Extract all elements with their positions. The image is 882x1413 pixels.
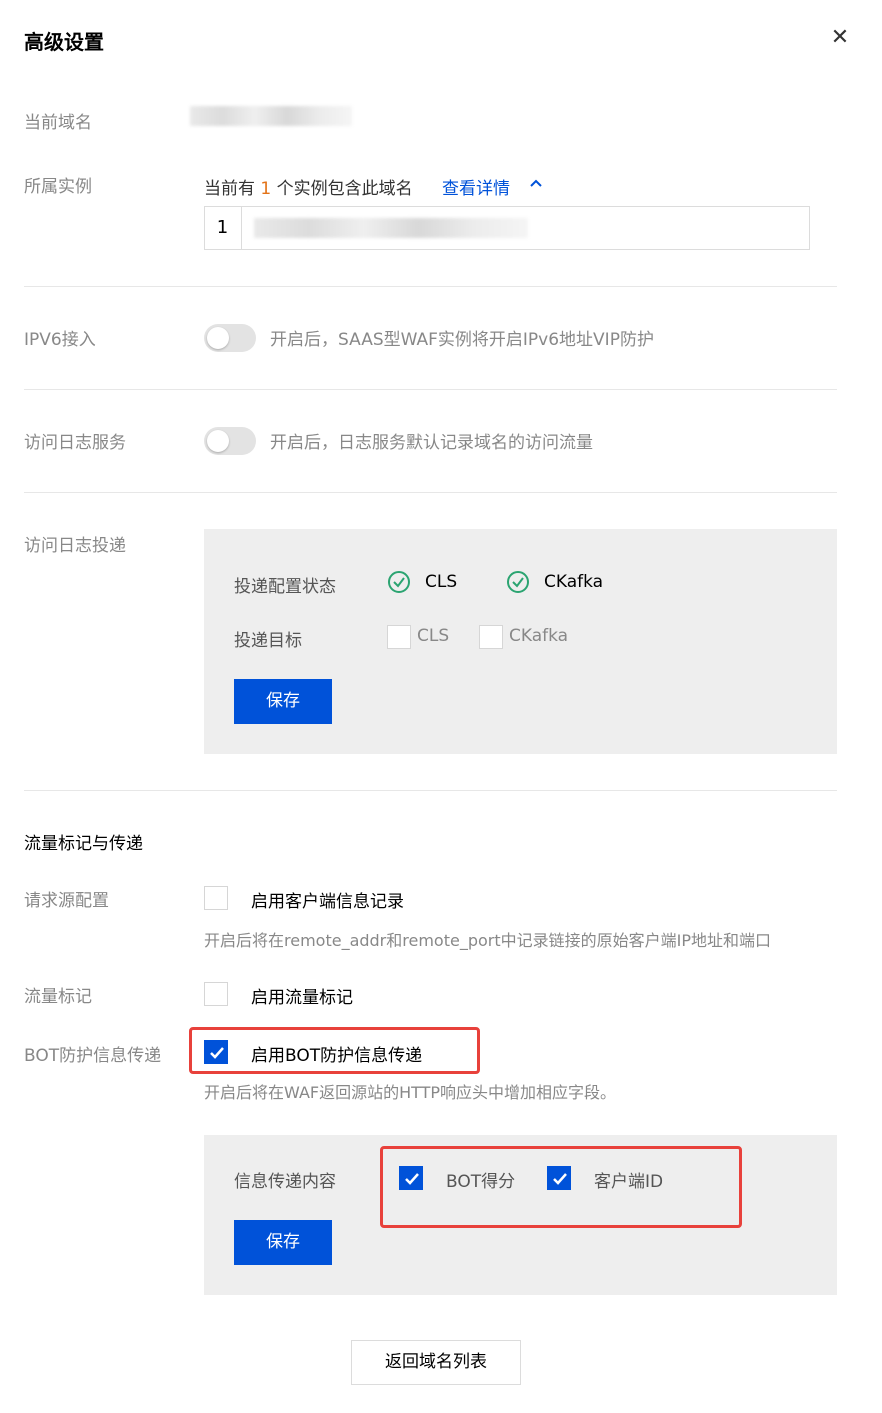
check-circle-icon xyxy=(387,570,411,594)
divider xyxy=(24,790,837,791)
bot-save-button[interactable]: 保存 xyxy=(234,1220,332,1265)
instance-summary: 当前有 1 个实例包含此域名 xyxy=(204,174,413,199)
target-cls-checkbox[interactable] xyxy=(387,625,411,649)
ipv6-description: 开启后，SAAS型WAF实例将开启IPv6地址VIP防护 xyxy=(270,330,654,350)
delivery-target-label: 投递目标 xyxy=(234,631,302,651)
ipv6-label: IPV6接入 xyxy=(24,330,96,350)
instance-suffix: 个实例包含此域名 xyxy=(276,179,413,199)
domain-label: 当前域名 xyxy=(24,113,92,133)
access-log-label: 访问日志服务 xyxy=(24,433,126,453)
client-id-checkbox[interactable] xyxy=(547,1166,571,1190)
instance-list-index: 1 xyxy=(204,206,242,250)
target-ckafka-checkbox[interactable] xyxy=(479,625,503,649)
traffic-section-title: 流量标记与传递 xyxy=(24,834,143,854)
delivery-status-label: 投递配置状态 xyxy=(234,577,336,597)
traffic-mark-checkbox[interactable] xyxy=(204,982,228,1006)
bot-score-label: BOT得分 xyxy=(446,1172,516,1192)
bot-info-label: BOT防护信息传递 xyxy=(24,1046,162,1066)
bot-info-checkbox-label: 启用BOT防护信息传递 xyxy=(251,1046,423,1066)
target-cls-label: CLS xyxy=(417,626,450,646)
log-delivery-save-button[interactable]: 保存 xyxy=(234,679,332,724)
client-id-label: 客户端ID xyxy=(594,1172,664,1192)
check-icon xyxy=(405,1173,419,1185)
log-delivery-label: 访问日志投递 xyxy=(24,536,126,556)
domain-value-redacted xyxy=(190,106,352,126)
instance-value-redacted xyxy=(254,218,528,238)
dialog-title: 高级设置 xyxy=(24,30,104,54)
bot-info-hint: 开启后将在WAF返回源站的HTTP响应头中增加相应字段。 xyxy=(204,1083,617,1102)
bot-score-checkbox[interactable] xyxy=(399,1166,423,1190)
status-item-ckafka: CKafka xyxy=(544,572,604,592)
check-circle-icon xyxy=(506,570,530,594)
check-icon xyxy=(210,1047,224,1059)
access-log-toggle[interactable] xyxy=(204,427,256,455)
traffic-mark-label: 流量标记 xyxy=(24,987,92,1007)
divider xyxy=(24,492,837,493)
ipv6-toggle[interactable] xyxy=(204,324,256,352)
instance-prefix: 当前有 xyxy=(204,179,255,199)
client-info-checkbox-label: 启用客户端信息记录 xyxy=(251,892,404,912)
target-ckafka-label: CKafka xyxy=(509,626,569,646)
request-source-label: 请求源配置 xyxy=(24,891,109,911)
access-log-description: 开启后，日志服务默认记录域名的访问流量 xyxy=(270,433,593,453)
divider xyxy=(24,286,837,287)
bot-info-checkbox[interactable] xyxy=(204,1040,228,1064)
client-info-hint: 开启后将在remote_addr和remote_port中记录链接的原始客户端I… xyxy=(204,931,771,950)
instance-count: 1 xyxy=(260,179,272,199)
status-item-cls: CLS xyxy=(425,572,458,592)
traffic-mark-checkbox-label: 启用流量标记 xyxy=(251,988,353,1008)
view-details-link[interactable]: 查看详情 xyxy=(442,174,510,199)
instance-label: 所属实例 xyxy=(24,177,92,197)
chevron-up-icon[interactable] xyxy=(528,176,544,192)
client-info-checkbox[interactable] xyxy=(204,886,228,910)
check-icon xyxy=(553,1173,567,1185)
divider xyxy=(24,389,837,390)
close-icon[interactable]: ✕ xyxy=(828,26,852,50)
bot-content-label: 信息传递内容 xyxy=(234,1172,336,1192)
back-to-domain-list-button[interactable]: 返回域名列表 xyxy=(351,1340,521,1385)
